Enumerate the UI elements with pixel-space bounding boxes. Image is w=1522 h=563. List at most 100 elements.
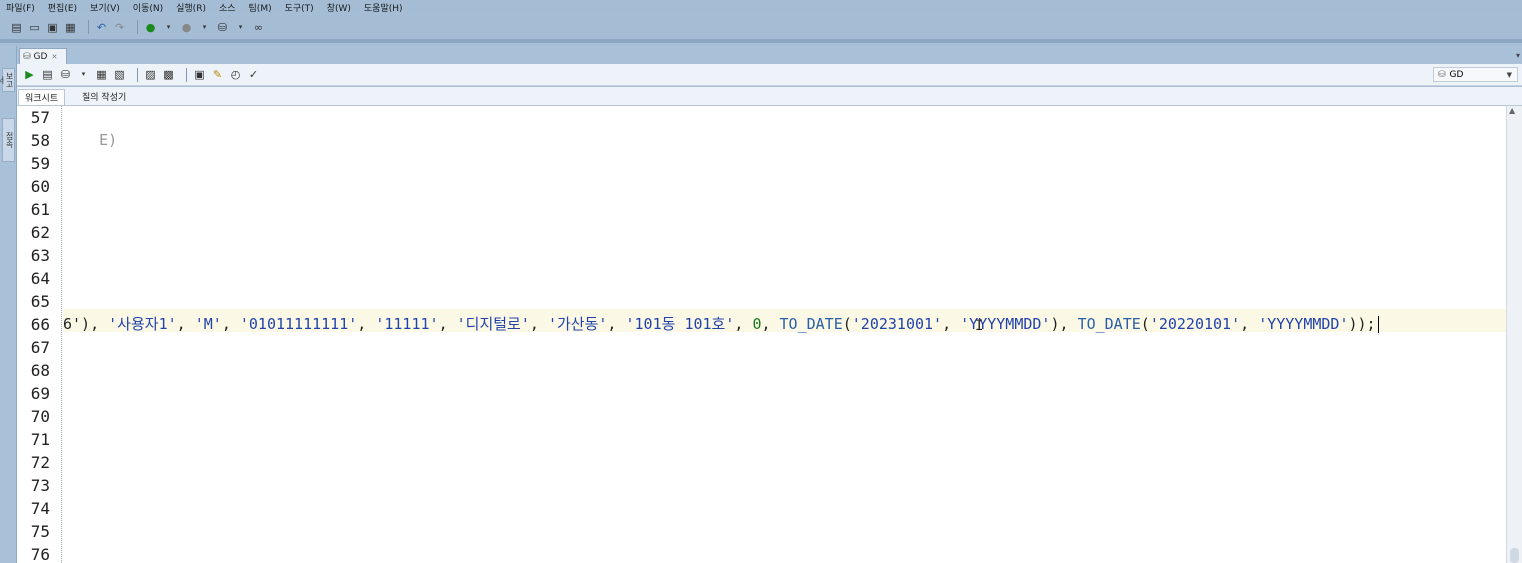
code-line-66[interactable]: 6'), '사용자1', 'M', '01011111111', '11111'… <box>63 313 1379 336</box>
explain-plan-icon[interactable]: ▦ <box>95 68 108 81</box>
line-number: 60 <box>30 177 50 196</box>
run-statement-icon[interactable]: ▶ <box>23 68 36 81</box>
line-number-gutter: 57 58 59 60 61 62 63 64 65 66 67 68 69 70 71 72 73 74 75 76 <box>17 106 61 563</box>
toolbar-separator <box>137 20 138 34</box>
open-icon[interactable]: ▭ <box>28 21 41 34</box>
new-icon[interactable]: ▤ <box>10 21 23 34</box>
menu-navigate[interactable]: 이동(N) <box>127 1 163 14</box>
save-icon[interactable]: ▣ <box>46 21 59 34</box>
function-name: TO_DATE <box>1077 315 1141 333</box>
binoculars-icon[interactable]: ∞ <box>252 21 265 34</box>
string-literal: 'M' <box>194 315 222 333</box>
string-literal: '11111' <box>375 315 439 333</box>
rollback-icon[interactable]: ▩ <box>162 68 175 81</box>
sql-icon[interactable]: ⛁ <box>216 21 229 34</box>
string-literal: '20220101' <box>1149 315 1241 333</box>
back-icon[interactable]: ● <box>144 21 157 34</box>
line-number: 67 <box>30 338 50 357</box>
toolbar-separator <box>88 20 89 34</box>
autotrace-icon[interactable]: ▧ <box>113 68 126 81</box>
menu-tools[interactable]: 도구(T) <box>279 1 314 14</box>
menu-source[interactable]: 소스 <box>213 1 236 14</box>
main-toolbar: ▤ ▭ ▣ ▦ ↶ ↷ ● ▾ ● ▾ ⛁ ▾ ∞ <box>0 15 1522 39</box>
left-dock: 보고서 접속 <box>0 46 17 563</box>
dock-tab-connections[interactable]: 접속 <box>2 118 15 162</box>
commit-icon[interactable]: ⛁ <box>59 68 72 81</box>
line-number: 69 <box>30 384 50 403</box>
string-literal: '디지털로' <box>456 315 530 333</box>
editor-toolbar: ▶ ▤ ⛁ ▾ ▦ ▧ ▨ ▩ ▣ ✎ ◴ ✓ ⛁ GD ▼ <box>17 64 1522 86</box>
menu-run[interactable]: 실행(R) <box>170 1 206 14</box>
menu-window[interactable]: 창(W) <box>321 1 351 14</box>
toolbar-separator <box>137 67 138 82</box>
string-literal: '01011111111' <box>239 315 358 333</box>
undo-icon[interactable]: ↶ <box>95 21 108 34</box>
connection-select[interactable]: ⛁ GD ▼ <box>1433 67 1518 82</box>
string-literal: '20231001' <box>851 315 943 333</box>
code-punc: , <box>761 315 780 333</box>
line-number: 70 <box>30 407 50 426</box>
code-punc: , <box>1240 315 1259 333</box>
editor-subtabs: 워크시트 질의 작성기 <box>17 87 1522 106</box>
editor-tabbar: ⛁ GD ✕ ▾ <box>17 46 1522 64</box>
worksheet-icon: ⛁ <box>23 51 31 62</box>
toolbar-divider <box>0 39 1522 43</box>
line-number: 66 <box>30 315 50 334</box>
forward-icon[interactable]: ● <box>180 21 193 34</box>
line-number: 58 <box>30 131 50 150</box>
code-punc: , <box>734 315 753 333</box>
menu-team[interactable]: 팀(M) <box>243 1 272 14</box>
commit-transaction-icon[interactable]: ▨ <box>144 68 157 81</box>
line-number: 68 <box>30 361 50 380</box>
save-all-icon[interactable]: ▦ <box>64 21 77 34</box>
line-number: 73 <box>30 476 50 495</box>
chevron-down-icon[interactable]: ▾ <box>234 21 247 34</box>
close-icon[interactable]: ✕ <box>51 53 57 61</box>
menu-help[interactable]: 도움말(H) <box>358 1 403 14</box>
line-number: 75 <box>30 522 50 541</box>
run-script-icon[interactable]: ▤ <box>41 68 54 81</box>
code-line-57[interactable]: E) <box>63 106 117 149</box>
code-punc: , <box>942 315 961 333</box>
menu-view[interactable]: 보기(V) <box>84 1 120 14</box>
code-punc: , <box>357 315 376 333</box>
scroll-up-icon[interactable]: ▲ <box>1509 106 1515 115</box>
code-punc: , <box>176 315 195 333</box>
string-literal: 'YYYYMMDD' <box>1258 315 1349 333</box>
eraser-icon[interactable]: ✎ <box>211 68 224 81</box>
chevron-down-icon[interactable]: ▾ <box>198 21 211 34</box>
line-number: 71 <box>30 430 50 449</box>
format-icon[interactable]: ✓ <box>247 68 260 81</box>
tab-query-builder[interactable]: 질의 작성기 <box>76 89 132 104</box>
line-number: 63 <box>30 246 50 265</box>
history-icon[interactable]: ◴ <box>229 68 242 81</box>
code-punc: , <box>607 315 626 333</box>
menu-edit[interactable]: 편집(E) <box>42 1 77 14</box>
menu-file[interactable]: 파일(F) <box>0 1 35 14</box>
redo-icon[interactable]: ↷ <box>113 21 126 34</box>
line-number: 65 <box>30 292 50 311</box>
line-number: 74 <box>30 499 50 518</box>
chevron-down-icon: ▼ <box>1506 70 1512 79</box>
chevron-down-icon[interactable]: ▾ <box>162 21 175 34</box>
panel-menu-icon[interactable]: ▾ <box>1516 51 1520 60</box>
vertical-scrollbar[interactable]: ▲ <box>1506 106 1522 563</box>
editor-tab-label: GD <box>33 51 48 62</box>
tab-worksheet[interactable]: 워크시트 <box>18 89 66 105</box>
gutter-separator <box>61 106 62 563</box>
string-literal: '101동 101호' <box>625 315 735 333</box>
sql-tuning-icon[interactable]: ▣ <box>193 68 206 81</box>
scrollbar-thumb[interactable] <box>1510 548 1519 563</box>
chevron-down-icon[interactable]: ▾ <box>77 68 90 81</box>
editor-tab-gd[interactable]: ⛁ GD ✕ <box>19 48 67 64</box>
code-editor[interactable]: 57 58 59 60 61 62 63 64 65 66 67 68 69 70 71 72 73 74 75 76… <box>17 106 1506 563</box>
code-punc: ( <box>842 315 852 333</box>
string-literal: '가산동' <box>547 315 608 333</box>
line-number: 62 <box>30 223 50 242</box>
dock-tab-reports[interactable]: 보고서 <box>0 68 15 92</box>
text-caret <box>1377 316 1379 333</box>
line-number: 61 <box>30 200 50 219</box>
menu-bar: 파일(F) 편집(E) 보기(V) 이동(N) 실행(R) 소스 팀(M) 도구… <box>0 0 1522 14</box>
line-number: 59 <box>30 154 50 173</box>
function-name: TO_DATE <box>779 315 843 333</box>
